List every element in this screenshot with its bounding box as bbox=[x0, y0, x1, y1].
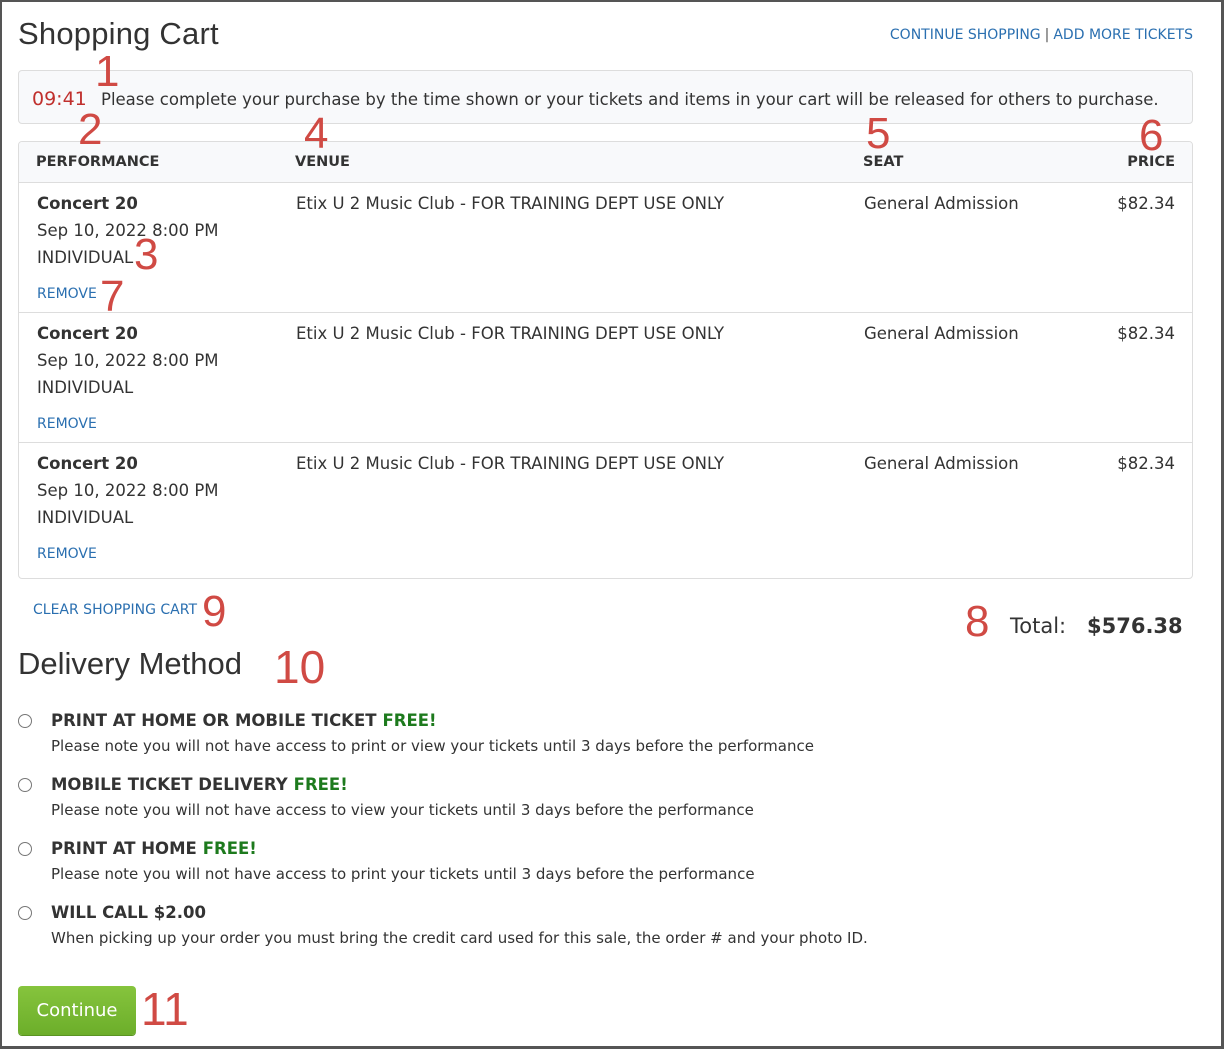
performance-name: Concert 20 bbox=[37, 454, 138, 473]
annotation-10: 10 bbox=[274, 641, 326, 693]
option-note: Please note you will not have access to … bbox=[51, 865, 755, 883]
total-value: $576.38 bbox=[1087, 614, 1183, 638]
price: $82.34 bbox=[1117, 324, 1175, 343]
annotation-2: 2 bbox=[78, 105, 103, 154]
annotation-4: 4 bbox=[304, 109, 329, 158]
delivery-option-print-or-mobile[interactable]: PRINT AT HOME OR MOBILE TICKET FREE! Plea… bbox=[18, 711, 1168, 767]
price: $82.34 bbox=[1117, 454, 1175, 473]
annotation-11: 11 bbox=[141, 983, 189, 1035]
seat: General Admission bbox=[864, 324, 1019, 343]
option-label: PRINT AT HOME OR MOBILE TICKET FREE! bbox=[51, 711, 437, 730]
table-row: Concert 20 Sep 10, 2022 8:00 PM INDIVIDU… bbox=[19, 443, 1192, 573]
venue: Etix U 2 Music Club - FOR TRAINING DEPT … bbox=[296, 194, 725, 213]
continue-shopping-link[interactable]: CONTINUE SHOPPING bbox=[890, 27, 1041, 43]
delivery-option-mobile[interactable]: MOBILE TICKET DELIVERY FREE! Please note … bbox=[18, 775, 1168, 831]
option-name: WILL CALL $2.00 bbox=[51, 903, 206, 922]
price: $82.34 bbox=[1117, 194, 1175, 213]
top-links: CONTINUE SHOPPING | ADD MORE TICKETS bbox=[890, 27, 1193, 43]
add-more-tickets-link[interactable]: ADD MORE TICKETS bbox=[1053, 27, 1193, 43]
seat: General Admission bbox=[864, 194, 1019, 213]
delivery-option-print-at-home[interactable]: PRINT AT HOME FREE! Please note you will … bbox=[18, 839, 1168, 895]
radio-button[interactable] bbox=[18, 778, 32, 792]
free-badge: FREE! bbox=[202, 839, 257, 858]
table-row: Concert 20 Sep 10, 2022 8:00 PM INDIVIDU… bbox=[19, 313, 1192, 443]
ticket-type: INDIVIDUAL bbox=[37, 378, 134, 397]
free-badge: FREE! bbox=[382, 711, 437, 730]
radio-button[interactable] bbox=[18, 842, 32, 856]
cart-table-header: PERFORMANCE VENUE SEAT PRICE bbox=[19, 142, 1192, 183]
option-note: When picking up your order you must brin… bbox=[51, 929, 868, 947]
ticket-type: INDIVIDUAL bbox=[37, 508, 134, 527]
remove-link[interactable]: REMOVE bbox=[37, 416, 97, 432]
radio-button[interactable] bbox=[18, 906, 32, 920]
delivery-method-title: Delivery Method bbox=[18, 646, 242, 681]
timer-message: Please complete your purchase by the tim… bbox=[101, 90, 1159, 109]
annotation-9: 9 bbox=[202, 587, 227, 636]
annotation-1: 1 bbox=[95, 47, 120, 96]
performance-date: Sep 10, 2022 8:00 PM bbox=[37, 221, 219, 240]
option-label: WILL CALL $2.00 bbox=[51, 903, 206, 922]
free-badge: FREE! bbox=[293, 775, 348, 794]
annotation-8: 8 bbox=[965, 597, 990, 646]
performance-name: Concert 20 bbox=[37, 324, 138, 343]
cart-table: PERFORMANCE VENUE SEAT PRICE Concert 20 … bbox=[18, 141, 1193, 579]
annotation-3: 3 bbox=[134, 230, 159, 279]
delivery-option-will-call[interactable]: WILL CALL $2.00 When picking up your ord… bbox=[18, 903, 1168, 959]
clear-cart-link[interactable]: CLEAR SHOPPING CART bbox=[33, 602, 197, 618]
performance-name: Concert 20 bbox=[37, 194, 138, 213]
column-performance: PERFORMANCE bbox=[36, 154, 160, 170]
timer-notice: 09:41 Please complete your purchase by t… bbox=[18, 70, 1193, 124]
venue: Etix U 2 Music Club - FOR TRAINING DEPT … bbox=[296, 324, 725, 343]
annotation-6: 6 bbox=[1139, 111, 1164, 160]
ticket-type: INDIVIDUAL bbox=[37, 248, 134, 267]
venue: Etix U 2 Music Club - FOR TRAINING DEPT … bbox=[296, 454, 725, 473]
annotation-5: 5 bbox=[866, 109, 891, 158]
option-name: PRINT AT HOME OR MOBILE TICKET bbox=[51, 711, 377, 730]
total-label: Total: bbox=[1010, 614, 1067, 638]
remove-link[interactable]: REMOVE bbox=[37, 286, 97, 302]
remove-link[interactable]: REMOVE bbox=[37, 546, 97, 562]
option-note: Please note you will not have access to … bbox=[51, 801, 754, 819]
performance-date: Sep 10, 2022 8:00 PM bbox=[37, 481, 219, 500]
table-row: Concert 20 Sep 10, 2022 8:00 PM INDIVIDU… bbox=[19, 183, 1192, 313]
continue-button[interactable]: Continue bbox=[18, 986, 136, 1035]
option-note: Please note you will not have access to … bbox=[51, 737, 814, 755]
annotation-7: 7 bbox=[100, 272, 125, 321]
option-name: MOBILE TICKET DELIVERY bbox=[51, 775, 288, 794]
option-name: PRINT AT HOME bbox=[51, 839, 197, 858]
option-label: PRINT AT HOME FREE! bbox=[51, 839, 257, 858]
radio-button[interactable] bbox=[18, 714, 32, 728]
option-label: MOBILE TICKET DELIVERY FREE! bbox=[51, 775, 348, 794]
seat: General Admission bbox=[864, 454, 1019, 473]
performance-date: Sep 10, 2022 8:00 PM bbox=[37, 351, 219, 370]
link-separator: | bbox=[1044, 27, 1050, 43]
